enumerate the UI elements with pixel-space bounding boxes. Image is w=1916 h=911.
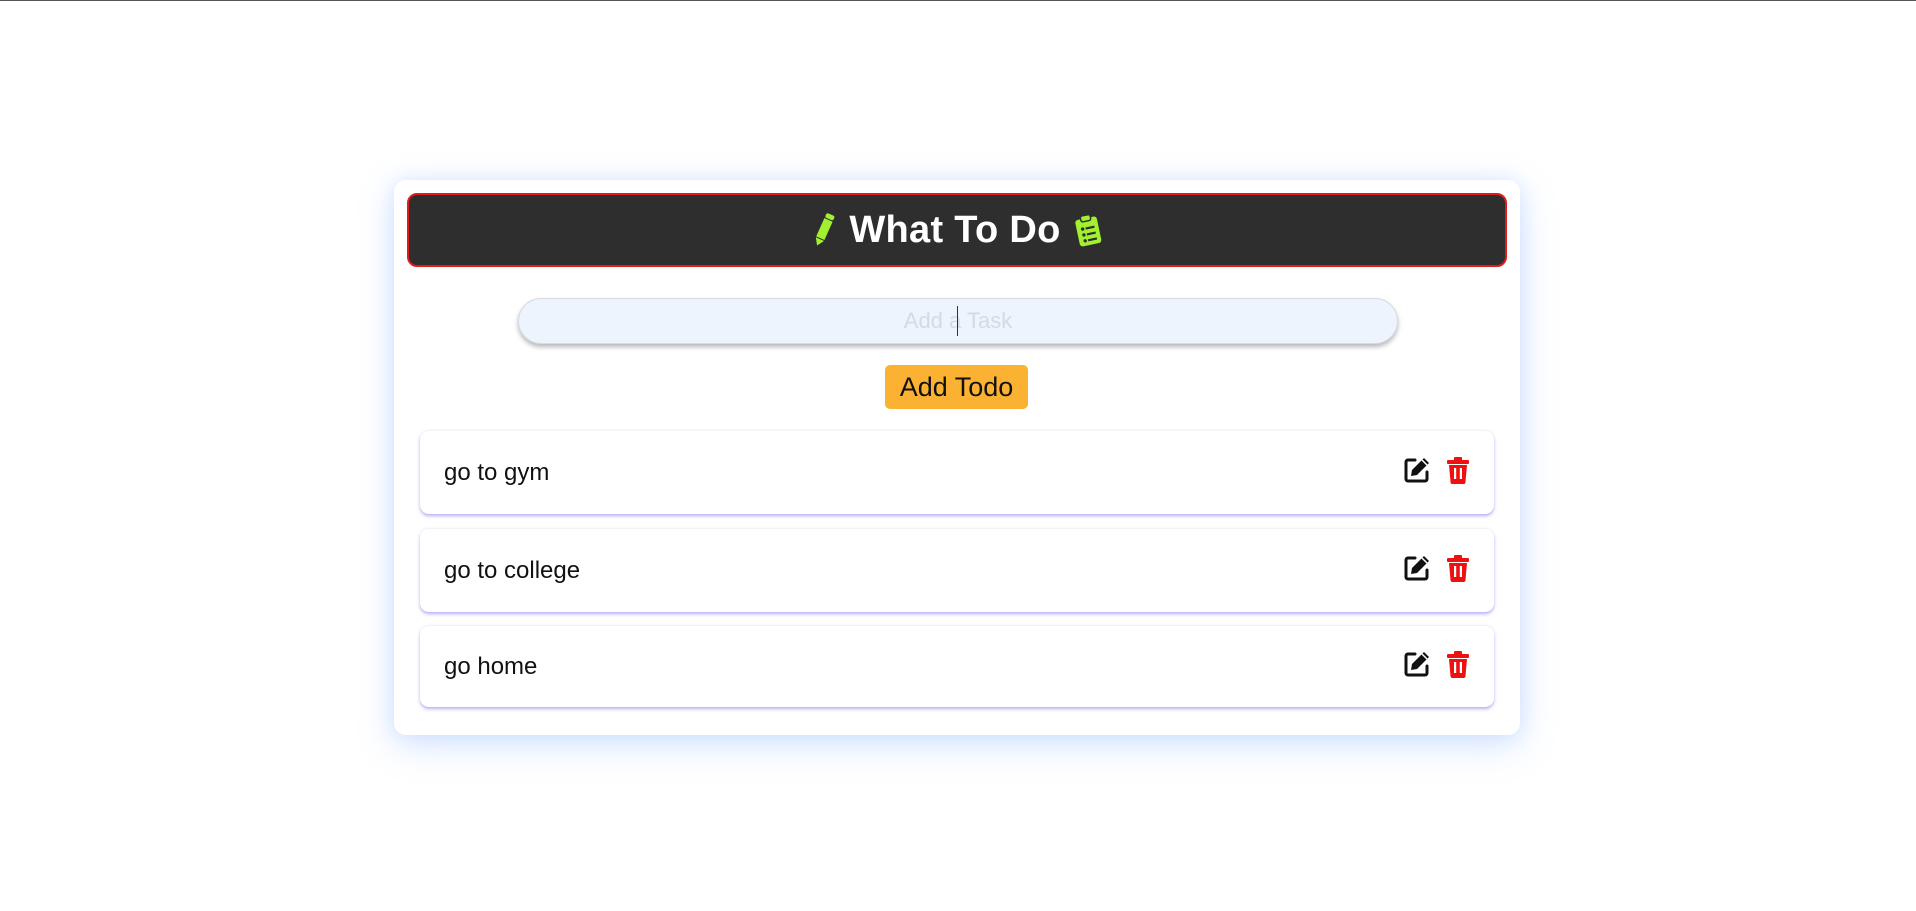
edit-icon[interactable] [1402,649,1431,679]
todo-list: go to gym go to college go home [420,430,1494,721]
todo-actions [1402,649,1472,679]
todo-item: go to gym [420,430,1494,514]
todo-card: What To Do Add Todo go to gym [394,180,1520,735]
todo-text: go to college [444,556,581,584]
app-header: What To Do [407,193,1507,267]
trash-icon[interactable] [1443,553,1472,583]
clipboard-list-icon [1073,213,1103,247]
todo-text: go to gym [444,458,550,486]
todo-actions [1402,553,1472,583]
window-top-border [0,0,1916,1]
todo-actions [1402,455,1472,485]
todo-item: go to college [420,528,1494,612]
todo-item: go home [420,625,1494,707]
todo-text: go home [444,652,538,680]
edit-icon[interactable] [1402,455,1431,485]
trash-icon[interactable] [1443,649,1472,679]
pencil-icon [811,211,837,249]
app-title: What To Do [849,208,1061,251]
text-cursor [957,306,958,336]
trash-icon[interactable] [1443,455,1472,485]
edit-icon[interactable] [1402,553,1431,583]
add-todo-button[interactable]: Add Todo [885,365,1028,409]
add-task-input[interactable] [518,298,1398,344]
